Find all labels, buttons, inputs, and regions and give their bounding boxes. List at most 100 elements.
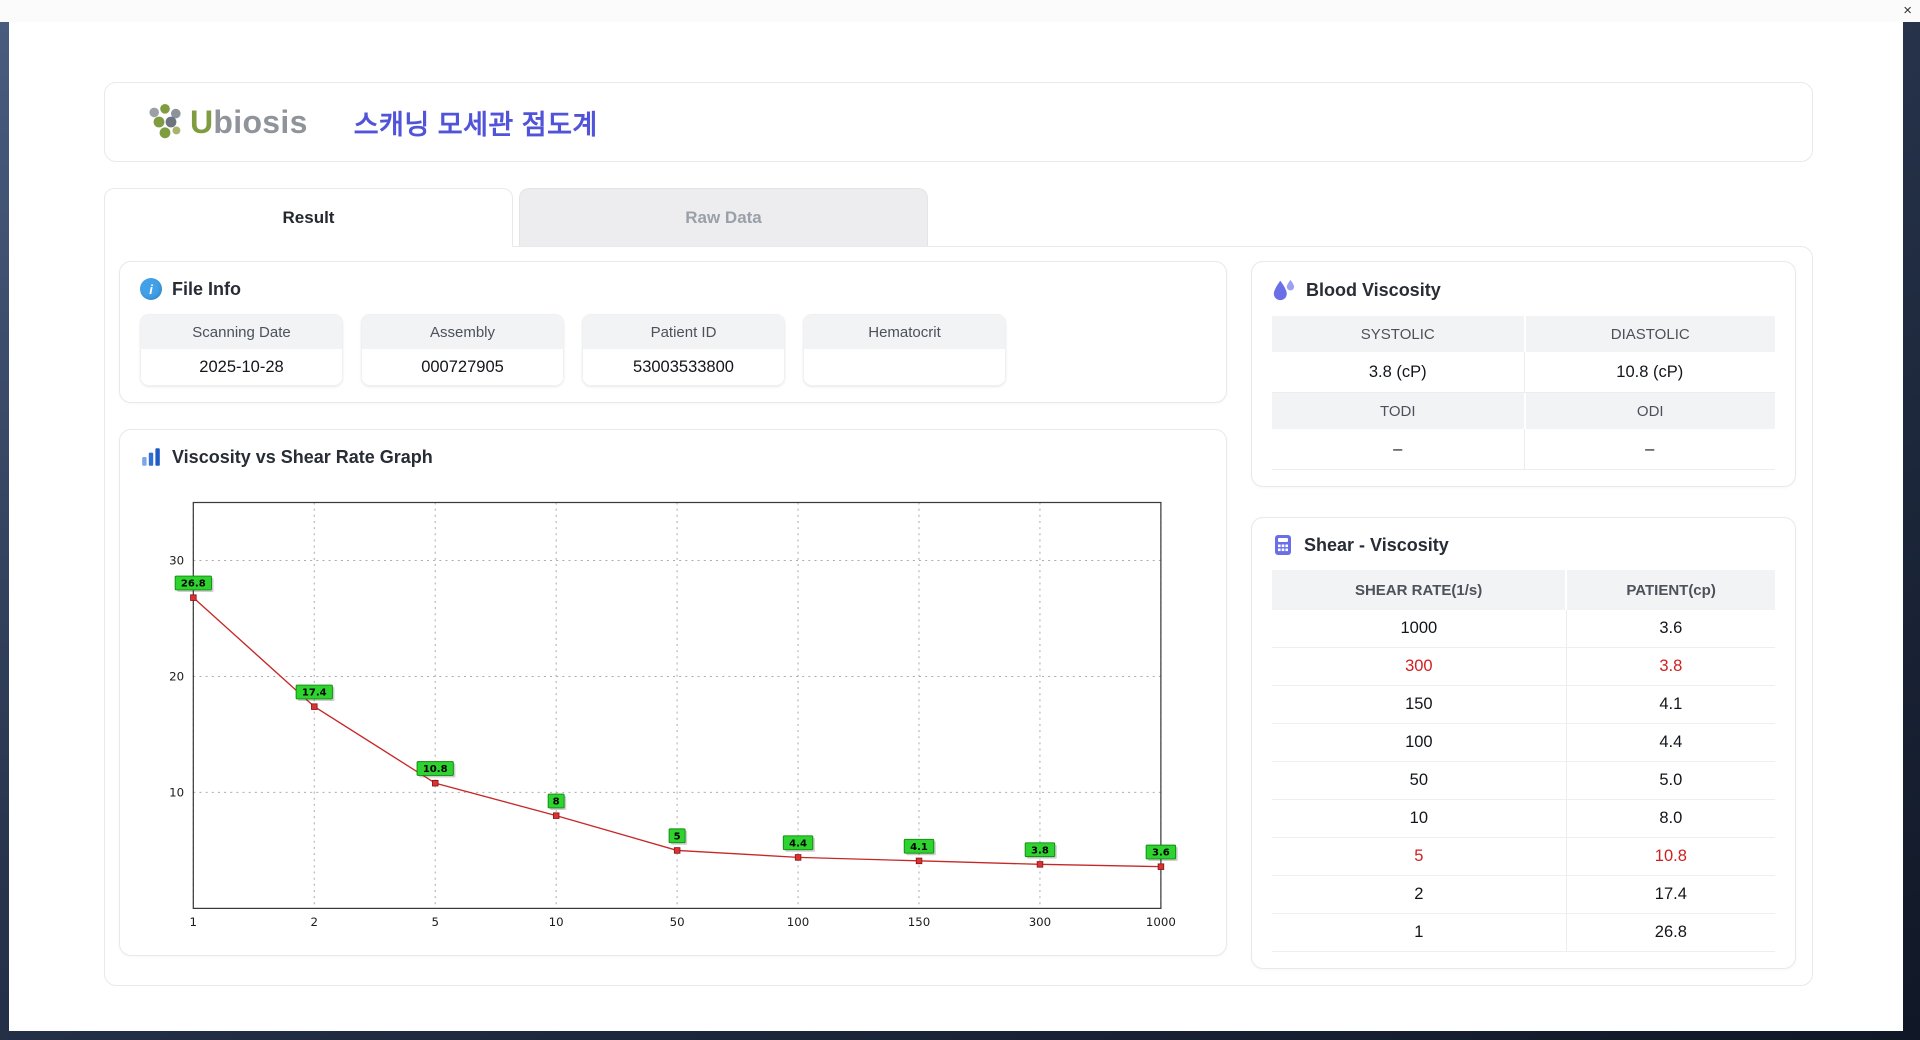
- shear-rate-cell: 1000: [1272, 610, 1567, 648]
- field-label: Assembly: [362, 315, 563, 349]
- shear-rate-cell: 10: [1272, 799, 1567, 838]
- logo-letter-u: U: [190, 104, 214, 140]
- svg-text:10: 10: [549, 915, 564, 929]
- svg-text:1: 1: [190, 915, 198, 929]
- blood-header-cell: ODI: [1523, 393, 1775, 429]
- logo-grapes-icon: [149, 104, 181, 139]
- ubiosis-logo: Ubiosis: [147, 104, 308, 140]
- field-label: Hematocrit: [804, 315, 1005, 349]
- field-value: 000727905: [362, 349, 563, 385]
- field-label: Patient ID: [583, 315, 784, 349]
- shear-viscosity-title: Shear - Viscosity: [1304, 534, 1449, 555]
- shear-rate-cell: 50: [1272, 761, 1567, 800]
- app-window: Ubiosis 스캐닝 모세관 점도계 Result Raw Data i Fil…: [9, 22, 1903, 1031]
- bar-chart-icon: [142, 448, 160, 466]
- tab-result[interactable]: Result: [104, 188, 513, 247]
- svg-text:8: 8: [553, 797, 560, 808]
- table-row: 2 17.4: [1272, 875, 1775, 914]
- svg-text:5: 5: [674, 831, 681, 842]
- field-value: [804, 349, 1005, 385]
- shear-column-header: SHEAR RATE(1/s): [1272, 570, 1567, 610]
- logo-letters-rest: biosis: [213, 104, 308, 140]
- patient-cp-cell: 26.8: [1565, 913, 1775, 952]
- patient-cp-cell: 10.8: [1565, 837, 1775, 876]
- file-info-card: i File Info Scanning Date 2025-10-28 Assem…: [119, 261, 1227, 403]
- file-info-fields: Scanning Date 2025-10-28 Assembly 000727905…: [140, 314, 1206, 386]
- file-field-patient-id: Patient ID 53003533800: [582, 314, 785, 386]
- svg-text:150: 150: [908, 915, 930, 929]
- file-field-hematocrit: Hematocrit: [803, 314, 1006, 386]
- file-field-assembly: Assembly 000727905: [361, 314, 564, 386]
- table-row: 1000 3.6: [1272, 610, 1775, 648]
- svg-text:100: 100: [787, 915, 809, 929]
- blood-drops-icon: [1273, 279, 1295, 301]
- blood-header-cell: DIASTOLIC: [1523, 316, 1775, 352]
- patient-cp-cell: 4.1: [1565, 685, 1775, 724]
- patient-cp-cell: 3.6: [1565, 610, 1775, 648]
- calculator-icon: [1275, 535, 1291, 555]
- tab-raw-data[interactable]: Raw Data: [519, 188, 928, 246]
- shear-rate-cell: 2: [1272, 875, 1567, 914]
- shear-rate-cell: 150: [1272, 685, 1567, 724]
- graph-card: Viscosity vs Shear Rate Graph 10 20 30 26.8…: [119, 429, 1227, 957]
- shear-viscosity-header: Shear - Viscosity: [1272, 534, 1775, 556]
- blood-value-cell: –: [1523, 429, 1775, 470]
- left-column: i File Info Scanning Date 2025-10-28 Assem…: [119, 261, 1227, 969]
- svg-text:5: 5: [431, 915, 439, 929]
- table-row: 10 8.0: [1272, 799, 1775, 838]
- table-row: 50 5.0: [1272, 761, 1775, 800]
- svg-text:2: 2: [311, 915, 319, 929]
- file-info-header: i File Info: [140, 278, 1206, 300]
- svg-text:4.4: 4.4: [789, 838, 807, 849]
- svg-text:10: 10: [169, 786, 184, 800]
- blood-value-cell: 10.8 (cP): [1523, 352, 1775, 393]
- shear-table-header-row: SHEAR RATE(1/s) PATIENT(cp): [1272, 570, 1775, 610]
- file-info-title: File Info: [172, 278, 241, 299]
- blood-value-cell: –: [1272, 429, 1524, 470]
- table-row: 300 3.8: [1272, 647, 1775, 686]
- svg-text:1000: 1000: [1146, 915, 1176, 929]
- patient-cp-cell: 4.4: [1565, 723, 1775, 762]
- svg-text:17.4: 17.4: [302, 688, 327, 699]
- graph-title: Viscosity vs Shear Rate Graph: [172, 446, 433, 467]
- field-label: Scanning Date: [141, 315, 342, 349]
- patient-cp-cell: 8.0: [1565, 799, 1775, 838]
- right-column: Blood Viscosity SYSTOLIC DIASTOLIC 3.8 (cP…: [1251, 261, 1796, 969]
- main-card: i File Info Scanning Date 2025-10-28 Assem…: [104, 246, 1813, 986]
- shear-viscosity-card: Shear - Viscosity SHEAR RATE(1/s) PATIENT…: [1251, 517, 1796, 969]
- svg-text:50: 50: [670, 915, 685, 929]
- info-icon: i: [140, 278, 162, 300]
- svg-text:26.8: 26.8: [181, 579, 206, 590]
- blood-viscosity-header: Blood Viscosity: [1272, 278, 1775, 302]
- shear-column-header: PATIENT(cp): [1565, 570, 1775, 610]
- blood-viscosity-card: Blood Viscosity SYSTOLIC DIASTOLIC 3.8 (cP…: [1251, 261, 1796, 487]
- svg-text:3.8: 3.8: [1031, 845, 1049, 856]
- svg-text:20: 20: [169, 670, 184, 684]
- blood-viscosity-grid: SYSTOLIC DIASTOLIC 3.8 (cP) 10.8 (cP) TODI OD…: [1272, 316, 1775, 470]
- table-row: 100 4.4: [1272, 723, 1775, 762]
- field-value: 2025-10-28: [141, 349, 342, 385]
- shear-rate-cell: 5: [1272, 837, 1567, 876]
- svg-text:300: 300: [1029, 915, 1051, 929]
- close-icon[interactable]: ×: [1903, 1, 1912, 21]
- table-row: 150 4.1: [1272, 685, 1775, 724]
- svg-text:10.8: 10.8: [423, 764, 448, 775]
- graph-header: Viscosity vs Shear Rate Graph: [140, 446, 1206, 468]
- shear-rate-cell: 100: [1272, 723, 1567, 762]
- patient-cp-cell: 17.4: [1565, 875, 1775, 914]
- blood-viscosity-title: Blood Viscosity: [1306, 279, 1441, 300]
- patient-cp-cell: 5.0: [1565, 761, 1775, 800]
- svg-text:4.1: 4.1: [910, 842, 928, 853]
- tabs: Result Raw Data: [104, 188, 1813, 247]
- window-titlebar: ×: [0, 0, 1920, 22]
- app-title: 스캐닝 모세관 점도계: [353, 109, 598, 140]
- patient-cp-cell: 3.8: [1565, 647, 1775, 686]
- field-value: 53003533800: [583, 349, 784, 385]
- viscosity-chart: 10 20 30 26.8 17.4 10.8 8 5 4.4 4.1 3.8 3.6 1 2 5 10 50 1…: [169, 501, 1178, 929]
- svg-text:30: 30: [169, 554, 184, 568]
- desktop-background: × Ubiosis 스캐닝 모세관 점도계 Result Raw Data i …: [0, 0, 1920, 1040]
- header-card: Ubiosis 스캐닝 모세관 점도계: [104, 82, 1813, 162]
- table-row: 1 26.8: [1272, 913, 1775, 952]
- blood-header-cell: TODI: [1272, 393, 1524, 429]
- table-row: 5 10.8: [1272, 837, 1775, 876]
